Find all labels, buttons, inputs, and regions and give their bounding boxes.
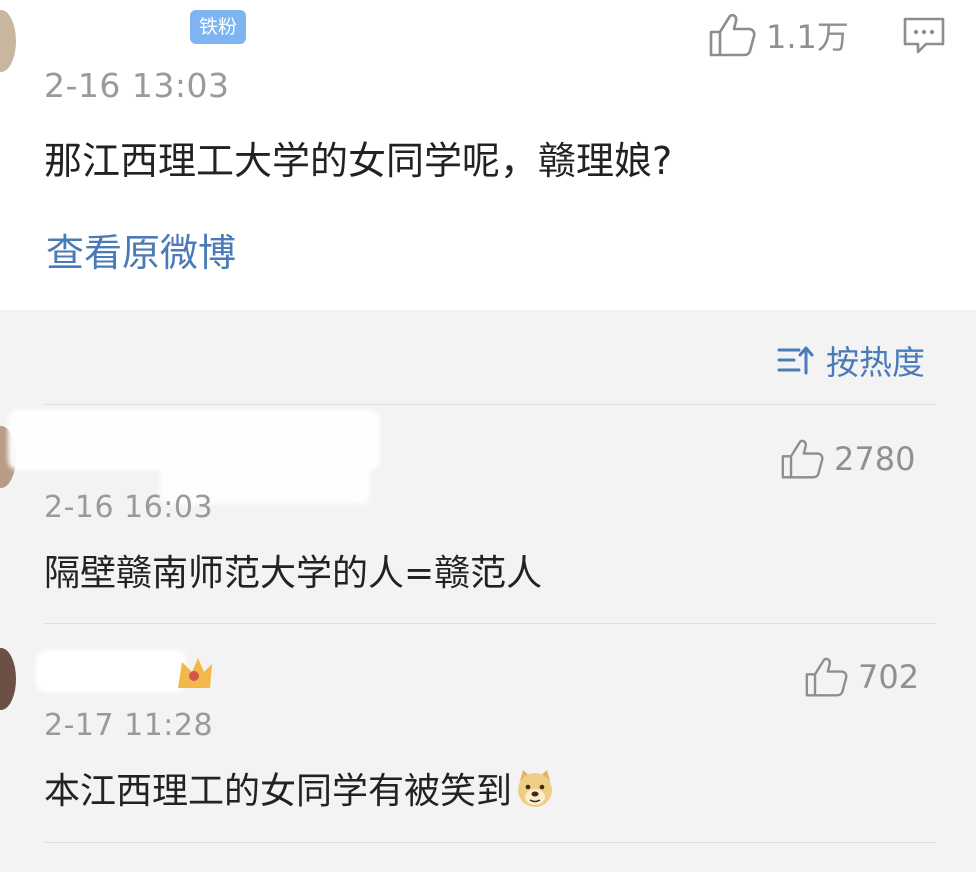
fan-level-icon xyxy=(178,658,212,688)
like-count: 702 xyxy=(858,658,920,696)
sort-label: 按热度 xyxy=(826,343,925,382)
like-button[interactable]: 702 xyxy=(804,656,919,698)
like-count: 1.1万 xyxy=(766,18,849,56)
divider xyxy=(44,404,936,405)
comment-icon[interactable] xyxy=(902,16,946,56)
avatar[interactable] xyxy=(0,10,16,72)
comment-content-row: 本江西理工的女同学有被笑到 xyxy=(44,762,556,814)
like-button[interactable]: 2780 xyxy=(780,438,915,480)
comment-content: 本江西理工的女同学有被笑到 xyxy=(44,771,513,812)
sort-icon xyxy=(777,346,814,375)
comment-content: 隔壁赣南师范大学的人=赣范人 xyxy=(44,553,543,594)
post-content: 那江西理工大学的女同学呢，赣理娘? xyxy=(44,139,673,183)
post-timestamp: 2-16 13:03 xyxy=(44,66,230,105)
redacted-username xyxy=(36,650,186,692)
original-post-card: 铁粉 1.1万 2-16 13:03 那江西理工大学的女同学呢，赣理娘? 查看原… xyxy=(0,0,976,310)
divider xyxy=(44,623,936,624)
view-original-link[interactable]: 查看原微博 xyxy=(46,222,236,277)
redacted-username xyxy=(60,22,180,48)
divider xyxy=(44,842,936,843)
avatar[interactable] xyxy=(0,648,16,710)
thumbs-up-icon xyxy=(805,657,848,697)
comment-timestamp: 2-16 16:03 xyxy=(44,490,214,525)
comment-timestamp: 2-17 11:28 xyxy=(44,708,214,743)
fan-badge: 铁粉 xyxy=(190,10,246,44)
thumbs-up-icon xyxy=(781,439,824,479)
sort-by-hot-button[interactable]: 按热度 xyxy=(776,336,925,384)
thumbs-up-icon xyxy=(709,13,756,57)
like-count: 2780 xyxy=(834,440,916,478)
like-button[interactable]: 1.1万 xyxy=(708,12,849,58)
doge-emoji-icon xyxy=(518,770,553,807)
